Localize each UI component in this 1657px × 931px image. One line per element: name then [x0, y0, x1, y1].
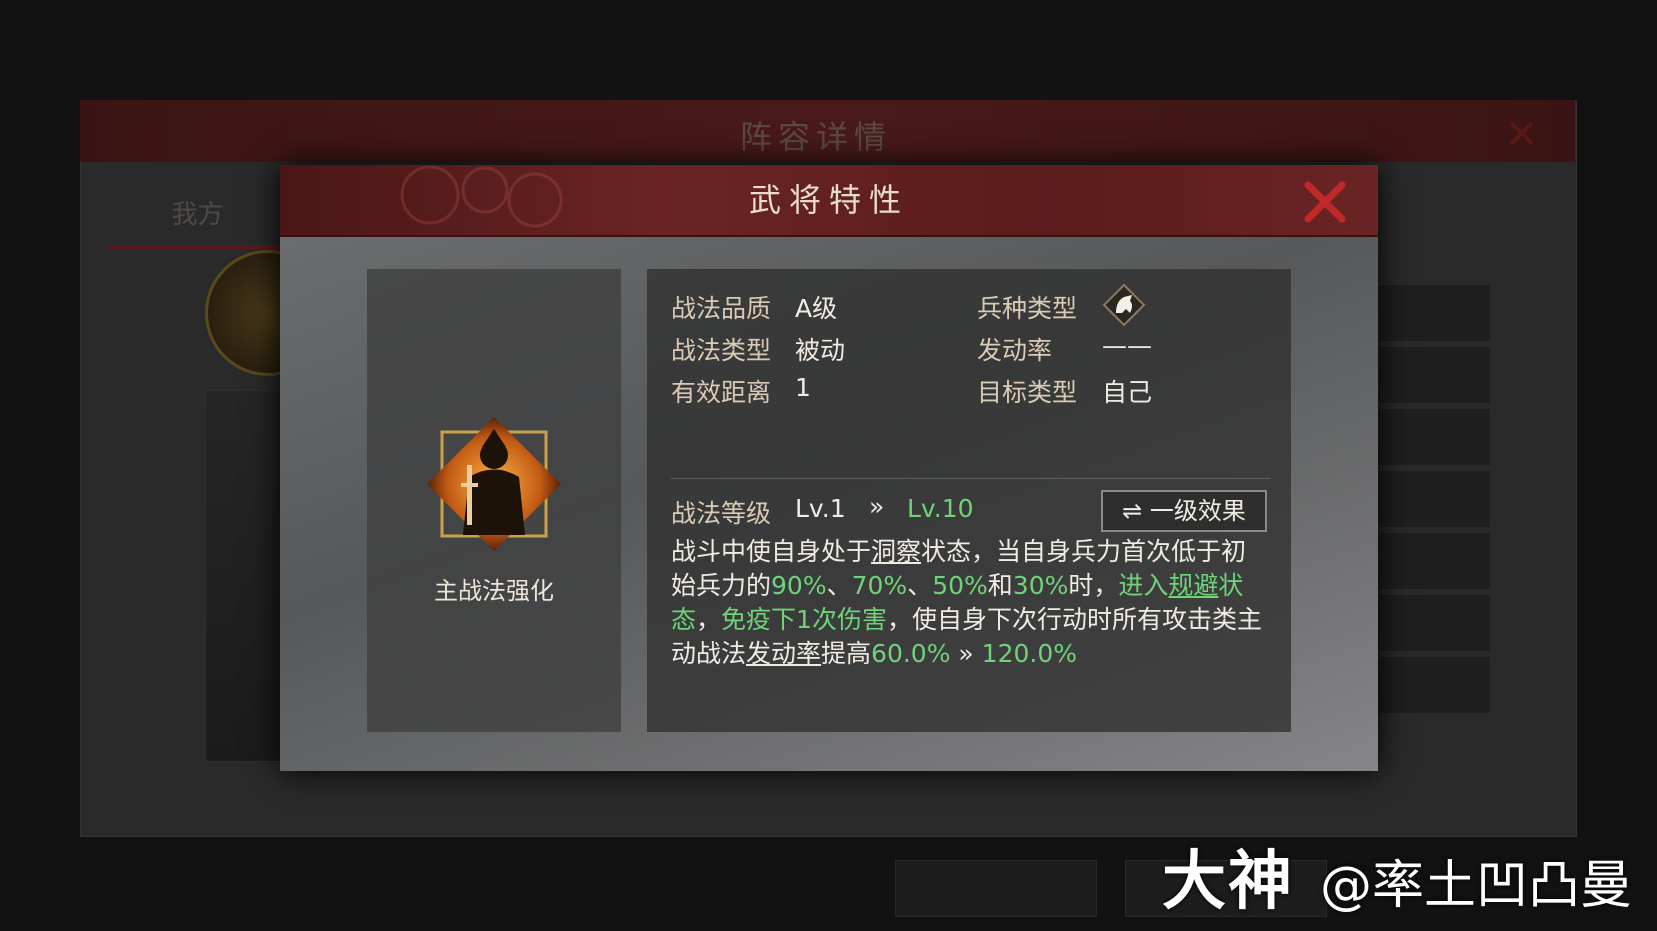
type-value: 被动	[795, 336, 846, 365]
cavalry-horse-icon	[1102, 283, 1146, 327]
skill-level-current: Lv.1	[795, 494, 846, 523]
background-close-icon: ✕	[1505, 112, 1539, 158]
skill-name: 主战法强化	[434, 577, 554, 605]
target-type-value: 自己	[1102, 378, 1153, 407]
background-list-item	[1370, 409, 1490, 465]
skill-detail-panel: 战法品质 A级 战法类型 被动 有效距离 1 兵种类型 发动率 —— 目标类型 …	[647, 269, 1291, 732]
close-button[interactable]	[1300, 177, 1350, 227]
desc-value: 70%	[851, 571, 908, 600]
background-list-item	[1370, 347, 1490, 403]
desc-text: 、	[826, 571, 852, 600]
range-label: 有效距离	[671, 378, 772, 407]
background-list-item	[1370, 595, 1490, 651]
skill-level-label: 战法等级	[671, 499, 772, 528]
quality-value: A级	[795, 294, 838, 323]
desc-text: 、	[907, 571, 933, 600]
background-column	[205, 390, 287, 762]
background-list-item	[1370, 657, 1490, 713]
type-label: 战法类型	[671, 336, 772, 365]
background-list	[1370, 285, 1490, 719]
general-trait-dialog: 武将特性 主战法强化 战法品质 A级 战法类型 被动 有效距离 1 兵种类型 发…	[280, 165, 1378, 771]
effect-button-label: 一级效果	[1149, 497, 1246, 525]
troop-type-label: 兵种类型	[977, 294, 1078, 323]
desc-value: 120.0%	[981, 639, 1077, 668]
desc-keyword-link[interactable]: 发动率	[746, 639, 821, 668]
quality-label: 战法品质	[671, 294, 772, 323]
desc-highlight: 进入	[1118, 571, 1169, 600]
desc-value: 1	[796, 605, 812, 634]
divider	[671, 478, 1271, 479]
desc-keyword-link[interactable]: 洞察	[871, 537, 921, 566]
level-arrow-icon: »	[869, 492, 885, 521]
desc-value: 60.0%	[871, 639, 951, 668]
desc-text: 和	[987, 571, 1013, 600]
trigger-rate-value: ——	[1102, 331, 1152, 360]
desc-text: 提高	[821, 639, 872, 668]
desc-text: 时，	[1068, 571, 1119, 600]
desc-text: 战斗中使自身处于	[671, 537, 872, 566]
skill-panel: 主战法强化	[367, 269, 621, 732]
background-tab: 我方	[110, 185, 285, 249]
close-icon	[1304, 181, 1346, 223]
background-list-item	[1370, 285, 1490, 341]
swap-arrows-icon: ⇌	[1122, 497, 1143, 525]
desc-keyword-link[interactable]: 规避	[1168, 571, 1218, 600]
target-type-label: 目标类型	[977, 378, 1078, 407]
desc-value: 30%	[1012, 571, 1069, 600]
desc-highlight: 次伤害	[811, 605, 887, 634]
desc-value: 50%	[932, 571, 988, 600]
range-value: 1	[795, 373, 811, 402]
desc-value: 90%	[771, 571, 827, 600]
background-list-item	[1370, 471, 1490, 527]
desc-highlight: 免疫下	[721, 605, 797, 634]
skill-level-max: Lv.10	[907, 494, 974, 523]
background-list-item	[1370, 533, 1490, 589]
background-title: 阵容详情	[740, 118, 893, 156]
trigger-rate-label: 发动率	[977, 336, 1053, 365]
background-footer-button	[895, 860, 1097, 917]
dialog-title: 武将特性	[748, 181, 909, 219]
watermark-user: @率土凹凸曼	[1320, 856, 1633, 916]
skill-description: 战斗中使自身处于洞察状态，当自身兵力首次低于初始兵力的90%、70%、50%和3…	[671, 535, 1267, 671]
desc-text: ，	[696, 605, 722, 634]
armored-general-icon	[427, 417, 561, 551]
desc-arrow: »	[950, 639, 982, 668]
watermark-brand: 大神	[1162, 845, 1294, 919]
level-effect-toggle-button[interactable]: ⇌ 一级效果	[1101, 490, 1267, 532]
